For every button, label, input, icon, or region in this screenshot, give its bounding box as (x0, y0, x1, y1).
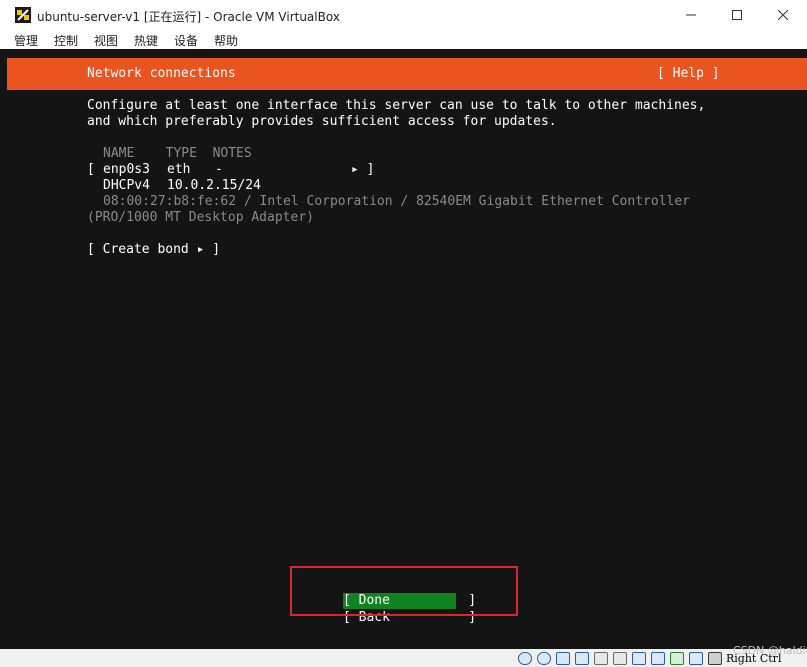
menu-control[interactable]: 控制 (54, 32, 78, 49)
shared-folders-icon[interactable] (613, 652, 627, 665)
minimize-icon (686, 14, 696, 16)
interface-table-header: NAME TYPE NOTES (103, 146, 252, 161)
interface-notes: - (215, 162, 223, 177)
create-bond-button[interactable]: [ Create bond ▸ ] (87, 242, 220, 258)
recording-icon[interactable] (651, 652, 665, 665)
close-icon (778, 10, 788, 20)
audio-icon[interactable] (556, 652, 570, 665)
dhcp-address: 10.0.2.15/24 (167, 178, 261, 193)
menu-help[interactable]: 帮助 (214, 32, 238, 49)
menu-manage[interactable]: 管理 (14, 32, 38, 49)
optical-drive-icon[interactable] (537, 652, 551, 665)
close-button[interactable] (760, 0, 806, 30)
hardware-info-line-1: 08:00:27:b8:fe:62 / Intel Corporation / … (103, 194, 690, 209)
hardware-info-line-2: (PRO/1000 MT Desktop Adapter) (87, 210, 314, 225)
row-open-bracket: [ (87, 162, 95, 177)
minimize-button[interactable] (668, 0, 714, 30)
window-title: ubuntu-server-v1 [正在运行] - Oracle VM Virt… (37, 10, 340, 24)
menu-bar: 管理 控制 视图 热键 设备 帮助 (0, 30, 807, 49)
harddisk-icon[interactable] (518, 652, 532, 665)
virtualbox-app-icon (15, 7, 31, 23)
maximize-button[interactable] (714, 0, 760, 30)
host-key-arrow-icon[interactable] (708, 652, 722, 665)
interface-name: enp0s3 (103, 162, 150, 177)
window-titlebar[interactable]: ubuntu-server-v1 [正在运行] - Oracle VM Virt… (0, 0, 807, 30)
network-icon[interactable] (575, 652, 589, 665)
intro-line-2: and which preferably provides sufficient… (87, 114, 557, 129)
menu-devices[interactable]: 设备 (174, 32, 198, 49)
dhcp-label: DHCPv4 (103, 178, 150, 193)
help-button[interactable]: [ Help ] (657, 66, 720, 82)
interface-type: eth (167, 162, 191, 177)
maximize-icon (732, 10, 742, 20)
menu-view[interactable]: 视图 (94, 32, 118, 49)
display-icon[interactable] (632, 652, 646, 665)
annotation-highlight-box (290, 566, 518, 616)
mouse-integration-icon[interactable] (689, 652, 703, 665)
menu-hotkeys[interactable]: 热键 (134, 32, 158, 49)
interface-menu-arrow: ▸ ] (351, 162, 375, 177)
page-title: Network connections (87, 66, 236, 81)
usb-icon[interactable] (594, 652, 608, 665)
intro-line-1: Configure at least one interface this se… (87, 98, 706, 113)
vm-status-bar: Right Ctrl (0, 649, 807, 667)
csdn-watermark: CSDN @haldi8 (733, 644, 807, 657)
virtualization-icon[interactable] (670, 652, 684, 665)
vm-console-screen[interactable]: Network connections [ Help ] Configure a… (0, 49, 807, 649)
